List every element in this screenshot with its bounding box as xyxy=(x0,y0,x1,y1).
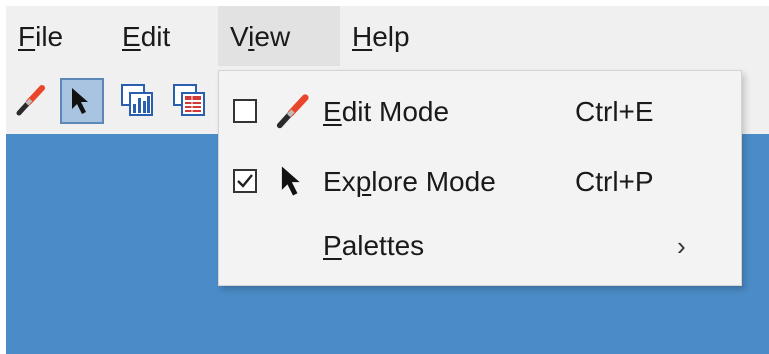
menu-file[interactable]: File xyxy=(6,6,75,66)
menu-item-label: Explore Mode xyxy=(323,147,496,217)
label-rest: alettes xyxy=(341,230,425,261)
label-rest: lore Mode xyxy=(371,166,496,197)
menu-item-label: Palettes xyxy=(323,211,424,281)
label-mnemonic: P xyxy=(323,230,342,261)
toolbar-explore-mode-button[interactable] xyxy=(60,78,104,124)
paintbrush-icon xyxy=(276,94,309,129)
menu-help[interactable]: Help xyxy=(340,6,422,66)
menu-view-label-pre: V xyxy=(230,21,249,52)
shortcut-label: Ctrl+P xyxy=(575,166,654,197)
checkmark-icon xyxy=(237,174,253,188)
menu-item-label: Edit Mode xyxy=(323,77,449,147)
table-palette-icon xyxy=(173,84,205,116)
menu-item-edit-mode[interactable]: Edit Mode Ctrl+E xyxy=(219,77,741,147)
menu-file-label: ile xyxy=(35,21,64,52)
submenu-arrow-icon: › xyxy=(677,231,686,261)
toolbar-table-palette-button[interactable] xyxy=(168,78,212,124)
menu-item-explore-mode[interactable]: Explore Mode Ctrl+P xyxy=(219,147,741,217)
menu-bar: File Edit View Help xyxy=(6,6,769,66)
menu-view[interactable]: View xyxy=(218,6,340,66)
menu-file-mnemonic: F xyxy=(18,21,36,52)
menu-edit-mnemonic: E xyxy=(122,21,141,52)
checkbox-explore-mode[interactable] xyxy=(233,169,257,193)
menu-edit[interactable]: Edit xyxy=(110,6,182,66)
arrow-pointer-icon xyxy=(281,166,300,196)
menu-view-label: ew xyxy=(254,21,291,52)
menu-help-mnemonic: H xyxy=(352,21,373,52)
menu-help-label: elp xyxy=(372,21,410,52)
paintbrush-icon xyxy=(16,85,45,116)
arrow-pointer-icon xyxy=(72,88,88,114)
label-mnemonic: p xyxy=(355,166,372,197)
bar-chart-palette-icon xyxy=(121,84,153,116)
menu-item-palettes[interactable]: Palettes › xyxy=(219,211,741,281)
app-window: File Edit View Help Edit Mode Ctrl+E Exp… xyxy=(6,6,769,354)
checkbox-edit-mode[interactable] xyxy=(233,99,257,123)
label-pre: Ex xyxy=(323,166,356,197)
label-rest: dit Mode xyxy=(341,96,450,127)
toolbar-chart-palette-button[interactable] xyxy=(116,78,160,124)
label-mnemonic: E xyxy=(323,96,342,127)
menu-edit-label: dit xyxy=(140,21,171,52)
shortcut-label: Ctrl+E xyxy=(575,96,654,127)
view-menu-dropdown: Edit Mode Ctrl+E Explore Mode Ctrl+P Pal… xyxy=(218,70,742,286)
toolbar-edit-mode-button[interactable] xyxy=(10,78,54,124)
